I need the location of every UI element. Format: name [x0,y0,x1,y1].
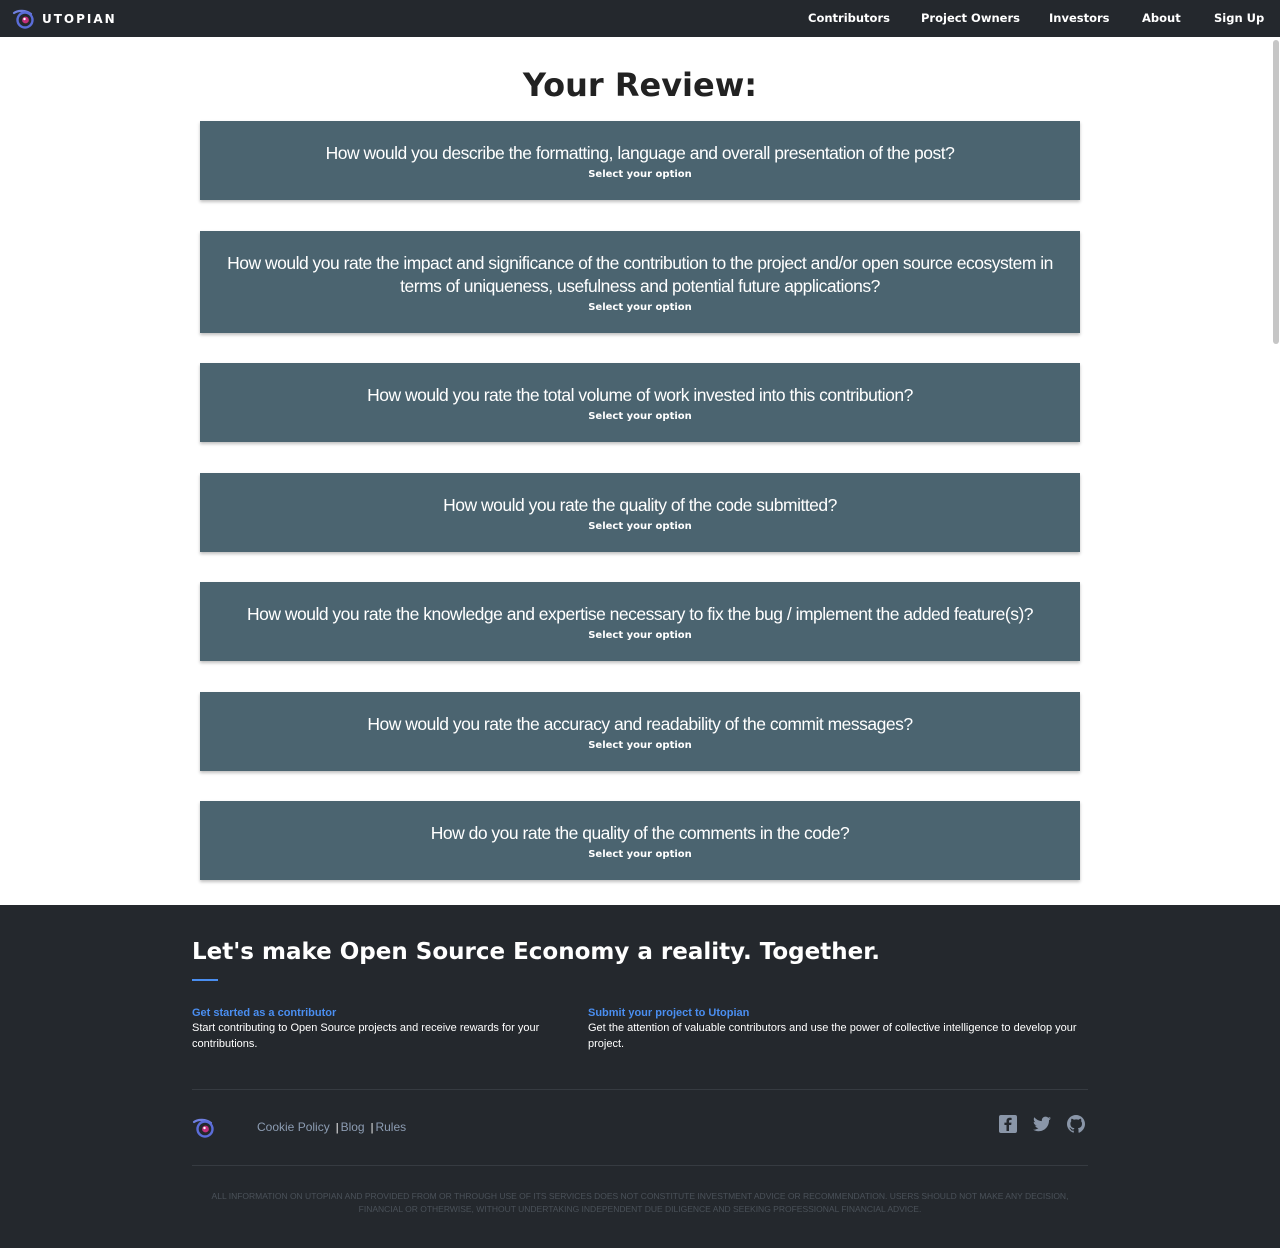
select-option-label[interactable]: Select your option [588,169,692,180]
footer-divider [192,1089,1088,1090]
get-started-contributor-link[interactable]: Get started as a contributor [192,1007,562,1019]
nav-contributors[interactable]: Contributors [808,11,890,25]
blog-link[interactable]: Blog [341,1120,365,1134]
link-separator: | [370,1122,374,1134]
question-text: How would you rate the impact and signif… [227,252,1053,296]
select-option-label[interactable]: Select your option [588,740,692,751]
footer-divider [192,1165,1088,1166]
cookie-policy-link[interactable]: Cookie Policy [257,1120,330,1134]
select-option-label[interactable]: Select your option [588,302,692,313]
review-question-card[interactable]: How would you rate the quality of the co… [200,473,1080,552]
page-title: Your Review: [522,66,758,104]
project-cta: Submit your project to Utopian Get the a… [588,1007,1078,1052]
review-question-card[interactable]: How would you rate the knowledge and exp… [200,582,1080,661]
question-text: How would you rate the quality of the co… [443,494,837,515]
footer-links: Cookie Policy | Blog | Rules [257,1120,406,1134]
review-question-card[interactable]: How would you rate the accuracy and read… [200,692,1080,771]
nav-project-owners[interactable]: Project Owners [921,11,1020,25]
review-question-card[interactable]: How would you rate the impact and signif… [200,231,1080,333]
footer: Let's make Open Source Economy a reality… [0,905,1280,1248]
rules-link[interactable]: Rules [375,1120,406,1134]
nav-investors[interactable]: Investors [1049,11,1110,25]
project-description: Get the attention of valuable contributo… [588,1022,1077,1050]
question-text: How would you describe the formatting, l… [325,142,955,163]
github-icon[interactable] [1066,1114,1086,1134]
select-option-label[interactable]: Select your option [588,411,692,422]
review-question-card[interactable]: How would you describe the formatting, l… [200,121,1080,200]
question-text: How do you rate the quality of the comme… [430,822,850,843]
legal-disclaimer: All information on Utopian and provided … [211,1191,1069,1214]
select-option-label[interactable]: Select your option [588,521,692,532]
question-text: How would you rate the total volume of w… [367,384,913,405]
select-option-label[interactable]: Select your option [588,849,692,860]
link-separator: | [335,1122,339,1134]
nav-sign-up[interactable]: Sign Up [1214,11,1264,25]
select-option-label[interactable]: Select your option [588,630,692,641]
question-text: How would you rate the knowledge and exp… [246,603,1034,624]
footer-title: Let's make Open Source Economy a reality… [192,939,881,965]
utopian-logo-icon[interactable] [192,1116,216,1140]
submit-project-link[interactable]: Submit your project to Utopian [588,1007,1078,1019]
contributor-cta: Get started as a contributor Start contr… [192,1007,562,1052]
twitter-icon[interactable] [1032,1114,1052,1134]
question-text: How would you rate the accuracy and read… [367,713,913,734]
top-nav-bar: UTOPIAN Contributors Project Owners Inve… [0,0,1280,37]
facebook-icon[interactable] [998,1114,1018,1134]
contributor-description: Start contributing to Open Source projec… [192,1022,540,1050]
review-question-card[interactable]: How do you rate the quality of the comme… [200,801,1080,880]
nav-about[interactable]: About [1142,11,1181,25]
main-nav: Contributors Project Owners Investors Ab… [0,0,1280,37]
footer-title-underline [192,979,218,981]
review-question-card[interactable]: How would you rate the total volume of w… [200,363,1080,442]
